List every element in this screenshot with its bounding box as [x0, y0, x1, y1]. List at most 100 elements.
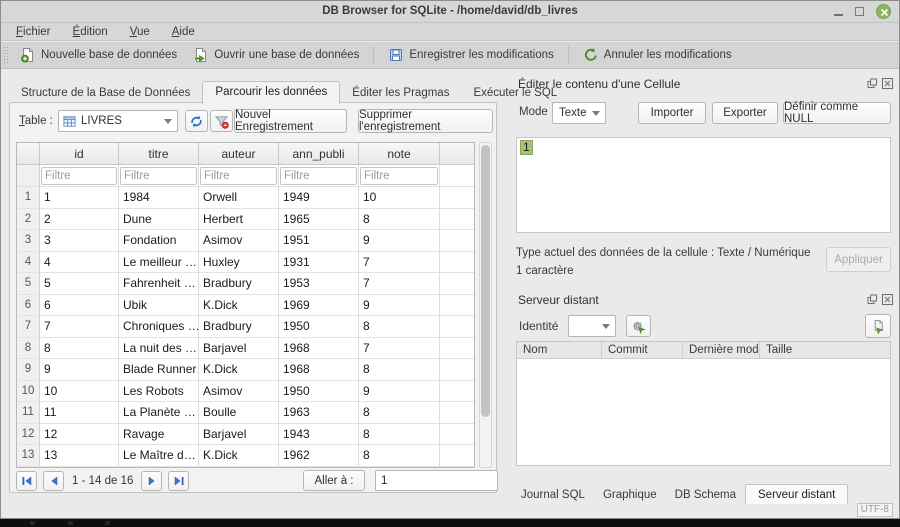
table-selector[interactable]: LIVRES	[58, 110, 178, 132]
table-row[interactable]: 7 7 Chroniques … Bradbury 1950 8	[17, 316, 474, 338]
cell-id[interactable]: 4	[40, 252, 119, 274]
table-row[interactable]: 4 4 Le meilleur … Huxley 1931 7	[17, 252, 474, 274]
cell-ann-publi[interactable]: 1951	[279, 230, 359, 252]
menu-vue[interactable]: Vue	[119, 25, 161, 39]
dock-tab-graphique[interactable]: Graphique	[594, 486, 666, 504]
delete-record-button[interactable]: Supprimer l'enregistrement	[358, 109, 493, 133]
column-header-ann-publi[interactable]: ann_publi	[279, 143, 359, 165]
cell-auteur[interactable]: Orwell	[199, 187, 279, 209]
cell-titre[interactable]: Chroniques …	[119, 316, 199, 338]
table-row[interactable]: 6 6 Ubik K.Dick 1969 9	[17, 295, 474, 317]
cell-ann-publi[interactable]: 1969	[279, 295, 359, 317]
tab-edit-pragmas[interactable]: Éditer les Pragmas	[340, 84, 461, 103]
cell-note[interactable]: 9	[359, 230, 440, 252]
open-database-button[interactable]: Ouvrir une base de données	[185, 44, 367, 66]
new-record-button[interactable]: Nouvel Enregistrement	[234, 109, 347, 133]
new-database-button[interactable]: Nouvelle base de données	[12, 44, 185, 66]
dock-tab-journal-sql[interactable]: Journal SQL	[512, 486, 594, 504]
next-record-button[interactable]	[141, 471, 162, 491]
cell-auteur[interactable]: Bradbury	[199, 316, 279, 338]
table-row[interactable]: 3 3 Fondation Asimov 1951 9	[17, 230, 474, 252]
grid-vertical-scrollbar[interactable]	[479, 142, 492, 468]
cell-note[interactable]: 7	[359, 338, 440, 360]
cell-note[interactable]: 8	[359, 209, 440, 231]
mode-selector[interactable]: Texte	[552, 102, 606, 124]
cell-auteur[interactable]: Barjavel	[199, 424, 279, 446]
close-button[interactable]	[876, 4, 891, 19]
cell-ann-publi[interactable]: 1965	[279, 209, 359, 231]
close-panel-icon[interactable]	[882, 294, 893, 305]
column-header-auteur[interactable]: auteur	[199, 143, 279, 165]
set-null-button[interactable]: Définir comme NULL	[783, 102, 891, 124]
clear-filters-button[interactable]	[210, 110, 233, 132]
cell-titre[interactable]: Les Robots	[119, 381, 199, 403]
table-row[interactable]: 5 5 Fahrenheit … Bradbury 1953 7	[17, 273, 474, 295]
cell-ann-publi[interactable]: 1943	[279, 424, 359, 446]
cell-note[interactable]: 9	[359, 295, 440, 317]
dock-tab-db-schema[interactable]: DB Schema	[666, 486, 745, 504]
clone-database-button[interactable]	[865, 314, 891, 338]
cell-auteur[interactable]: Barjavel	[199, 338, 279, 360]
cell-ann-publi[interactable]: 1931	[279, 252, 359, 274]
cell-id[interactable]: 7	[40, 316, 119, 338]
cell-auteur[interactable]: Asimov	[199, 230, 279, 252]
menu-fichier[interactable]: Fichier	[5, 25, 62, 39]
apply-button[interactable]: Appliquer	[826, 247, 891, 272]
refresh-button[interactable]	[185, 110, 208, 132]
column-header-id[interactable]: id	[40, 143, 119, 165]
cell-ann-publi[interactable]: 1953	[279, 273, 359, 295]
cell-auteur[interactable]: Bradbury	[199, 273, 279, 295]
cell-note[interactable]: 9	[359, 381, 440, 403]
cell-ann-publi[interactable]: 1968	[279, 359, 359, 381]
table-row[interactable]: 2 2 Dune Herbert 1965 8	[17, 209, 474, 231]
cell-ann-publi[interactable]: 1950	[279, 381, 359, 403]
table-row[interactable]: 8 8 La nuit des … Barjavel 1968 7	[17, 338, 474, 360]
cell-id[interactable]: 5	[40, 273, 119, 295]
cell-ann-publi[interactable]: 1963	[279, 402, 359, 424]
cell-titre[interactable]: Blade Runner	[119, 359, 199, 381]
cell-note[interactable]: 8	[359, 316, 440, 338]
menu-edition[interactable]: Édition	[62, 25, 119, 39]
column-header-note[interactable]: note	[359, 143, 440, 165]
remote-column-commit[interactable]: Commit	[602, 342, 683, 359]
cell-auteur[interactable]: Boulle	[199, 402, 279, 424]
cell-note[interactable]: 8	[359, 402, 440, 424]
cell-note[interactable]: 7	[359, 273, 440, 295]
filter-input-ann-publi[interactable]	[280, 167, 357, 185]
cell-titre[interactable]: La Planète …	[119, 402, 199, 424]
cell-id[interactable]: 13	[40, 445, 119, 467]
last-record-button[interactable]	[168, 471, 189, 491]
cell-titre[interactable]: La nuit des …	[119, 338, 199, 360]
goto-button[interactable]: Aller à :	[303, 470, 365, 491]
cell-ann-publi[interactable]: 1968	[279, 338, 359, 360]
cell-titre[interactable]: Fahrenheit …	[119, 273, 199, 295]
menu-aide[interactable]: Aide	[161, 25, 206, 39]
table-row[interactable]: 10 10 Les Robots Asimov 1950 9	[17, 381, 474, 403]
save-changes-button[interactable]: Enregistrer les modifications	[380, 44, 561, 66]
cell-id[interactable]: 9	[40, 359, 119, 381]
table-row[interactable]: 12 12 Ravage Barjavel 1943 8	[17, 424, 474, 446]
minimize-button[interactable]	[834, 14, 843, 16]
export-button[interactable]: Exporter	[712, 102, 778, 124]
cell-titre[interactable]: Le meilleur …	[119, 252, 199, 274]
cell-id[interactable]: 11	[40, 402, 119, 424]
cell-note[interactable]: 8	[359, 424, 440, 446]
dock-tab-serveur-distant[interactable]: Serveur distant	[745, 484, 848, 506]
float-panel-icon[interactable]	[867, 294, 878, 305]
first-record-button[interactable]	[16, 471, 37, 491]
cell-auteur[interactable]: Asimov	[199, 381, 279, 403]
tab-structure[interactable]: Structure de la Base de Données	[9, 84, 202, 103]
remote-column-taille[interactable]: Taille	[760, 342, 890, 359]
float-panel-icon[interactable]	[867, 78, 878, 89]
remote-column-derniere-modific[interactable]: Dernière modific	[683, 342, 760, 359]
table-row[interactable]: 1 1 1984 Orwell 1949 10	[17, 187, 474, 209]
cell-id[interactable]: 8	[40, 338, 119, 360]
cell-ann-publi[interactable]: 1962	[279, 445, 359, 467]
goto-input[interactable]	[375, 470, 498, 491]
filter-input-titre[interactable]	[120, 167, 197, 185]
cell-auteur[interactable]: Herbert	[199, 209, 279, 231]
filter-input-id[interactable]	[41, 167, 117, 185]
cell-id[interactable]: 10	[40, 381, 119, 403]
cell-titre[interactable]: Fondation	[119, 230, 199, 252]
cell-auteur[interactable]: K.Dick	[199, 359, 279, 381]
